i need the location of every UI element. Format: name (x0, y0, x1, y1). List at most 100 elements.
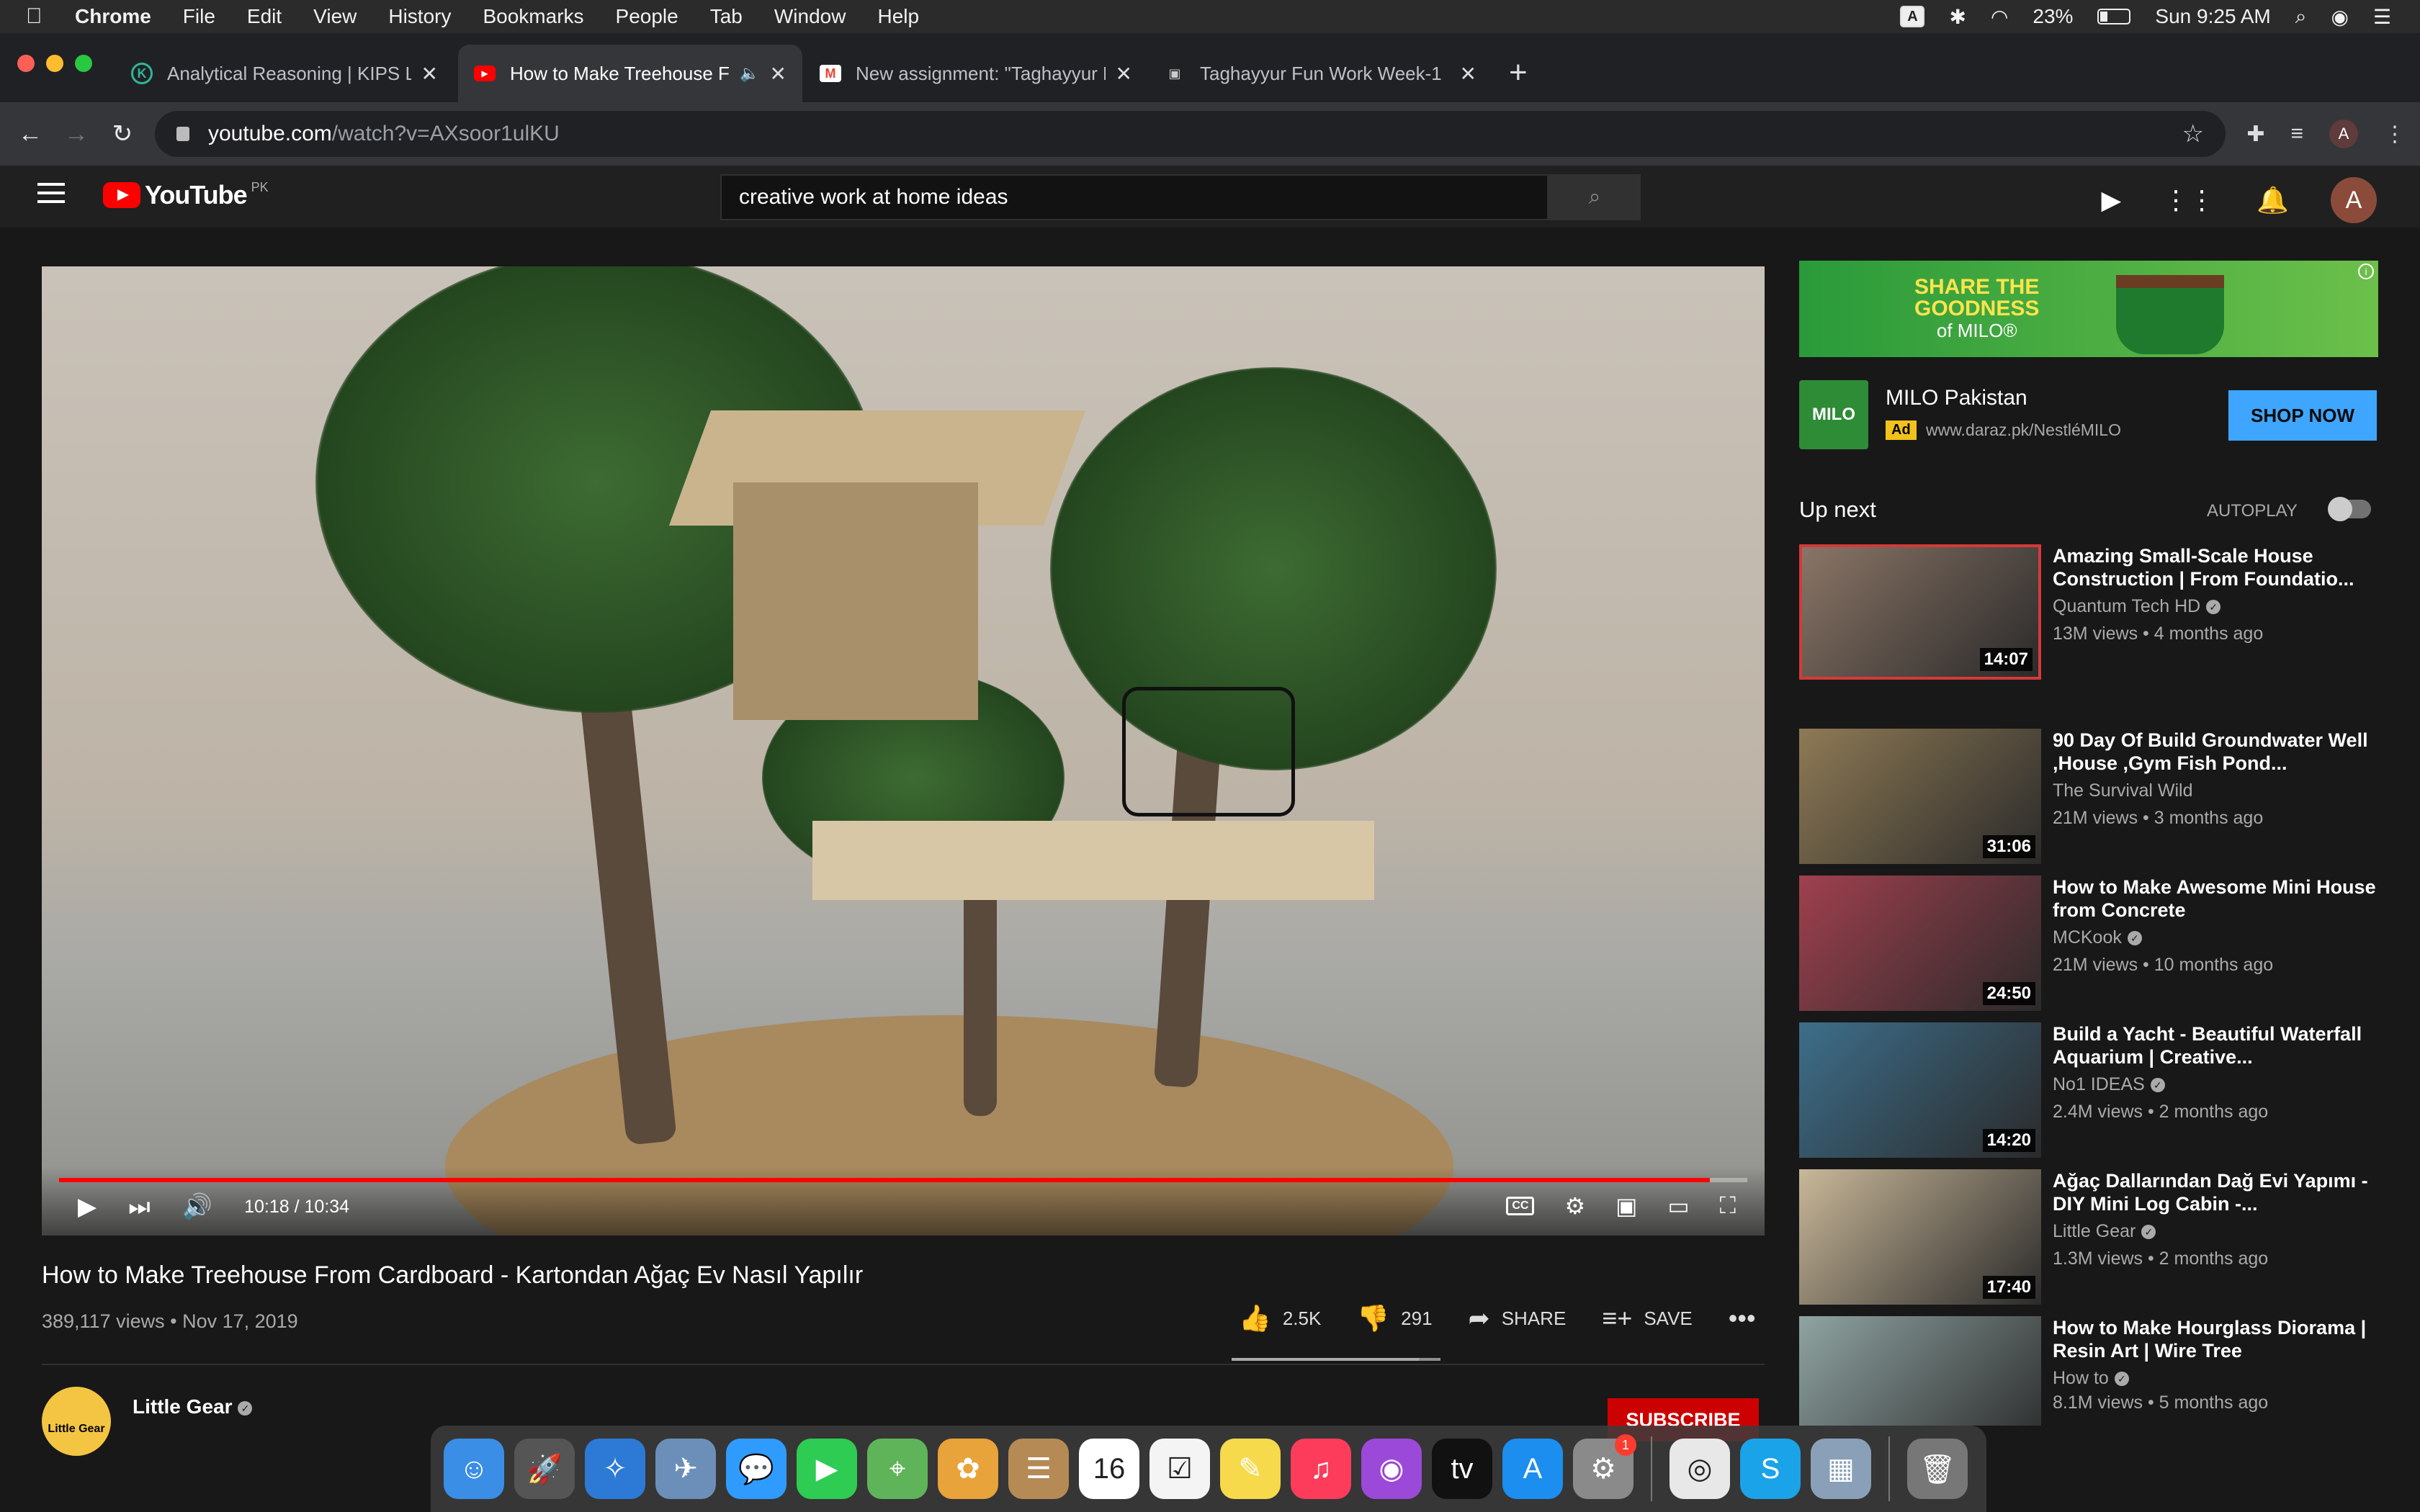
ad-info-icon[interactable]: i (2358, 264, 2374, 279)
skype-icon[interactable]: S (1740, 1439, 1801, 1499)
close-window-button[interactable] (17, 55, 35, 72)
channel-avatar[interactable]: Little Gear (42, 1387, 111, 1456)
video-title[interactable]: 90 Day Of Build Groundwater Well ,House … (2053, 729, 2377, 775)
theater-mode-icon[interactable]: ▭ (1667, 1192, 1689, 1220)
battery-icon[interactable] (2097, 9, 2131, 24)
calendar-icon[interactable]: 16 (1079, 1439, 1139, 1499)
photos-icon[interactable]: ✿ (938, 1439, 998, 1499)
wifi-icon[interactable]: ◠ (1991, 5, 2008, 29)
video-title[interactable]: Build a Yacht - Beautiful Waterfall Aqua… (2053, 1022, 2377, 1068)
media-controls-icon[interactable]: ≡ (2290, 122, 2303, 146)
forward-arrow-icon[interactable]: → (53, 120, 99, 148)
contacts-icon[interactable]: ☰ (1008, 1439, 1069, 1499)
music-icon[interactable]: ♫ (1291, 1439, 1351, 1499)
tab-youtube-treehouse[interactable]: ▶ How to Make Treehouse Fr 🔈 ✕ (458, 45, 802, 102)
system-preferences-icon[interactable]: ⚙ 1 (1573, 1434, 1636, 1499)
new-tab-button[interactable]: + (1509, 55, 1528, 91)
apps-grid-icon[interactable]: ⋮⋮ (2163, 185, 2215, 215)
more-actions-button[interactable]: ••• (1729, 1303, 1767, 1333)
progress-bar[interactable] (59, 1178, 1747, 1182)
lock-icon[interactable] (176, 127, 189, 141)
play-icon[interactable]: ▶ (78, 1192, 97, 1221)
chrome-profile-avatar[interactable]: A (2329, 120, 2358, 148)
menu-people[interactable]: People (616, 5, 678, 28)
fullscreen-icon[interactable]: ⛶ (1720, 1192, 1736, 1220)
bluetooth-icon[interactable]: ✱ (1949, 5, 1966, 29)
video-player[interactable]: ▶ ⏭ 🔊 10:18 / 10:34 CC ⚙ ▣ ▭ ⛶ (42, 266, 1765, 1236)
menu-history[interactable]: History (388, 5, 451, 28)
video-thumbnail[interactable]: 31:06 (1799, 729, 2041, 864)
menu-edit[interactable]: Edit (247, 5, 282, 28)
menu-view[interactable]: View (313, 5, 357, 28)
finder-icon[interactable]: ☺ (444, 1439, 504, 1499)
dislike-button[interactable]: 👎 291 (1357, 1303, 1432, 1333)
menu-bookmarks[interactable]: Bookmarks (483, 5, 583, 28)
clock[interactable]: Sun 9:25 AM (2155, 5, 2270, 28)
launchpad-icon[interactable]: 🚀 (514, 1439, 575, 1499)
miniplayer-icon[interactable]: ▣ (1615, 1192, 1637, 1220)
video-title[interactable]: Amazing Small-Scale House Construction |… (2053, 544, 2377, 590)
video-title[interactable]: How to Make Hourglass Diorama | Resin Ar… (2053, 1316, 2377, 1362)
reload-icon[interactable]: ↻ (99, 120, 145, 148)
tab-gmail-assignment[interactable]: M New assignment: "Taghayyur F ✕ (804, 45, 1148, 102)
podcasts-icon[interactable]: ◉ (1361, 1439, 1422, 1499)
tab-audio-icon[interactable]: 🔈 (740, 64, 759, 83)
advertiser-name[interactable]: MILO Pakistan (1886, 386, 2027, 410)
search-input[interactable]: creative work at home ideas (720, 174, 1549, 220)
shop-now-button[interactable]: SHOP NOW (2228, 390, 2377, 441)
share-button[interactable]: ➦ SHARE (1469, 1303, 1567, 1333)
tab-taghayyur-fun-work[interactable]: ▣ Taghayyur Fun Work Week-1 ✕ (1148, 45, 1492, 102)
minimize-window-button[interactable] (46, 55, 63, 72)
notes-icon[interactable]: ✎ (1220, 1439, 1281, 1499)
menu-help[interactable]: Help (877, 5, 919, 28)
related-video[interactable]: 31:06 90 Day Of Build Groundwater Well ,… (1799, 729, 2397, 865)
like-button[interactable]: 👍 2.5K (1239, 1303, 1321, 1333)
autoplay-toggle[interactable] (2328, 497, 2371, 521)
video-thumbnail[interactable] (1799, 1316, 2041, 1426)
preview-icon[interactable]: ✈ (655, 1439, 716, 1499)
save-button[interactable]: ≡+ SAVE (1602, 1303, 1692, 1333)
safari-icon[interactable]: ✧ (585, 1439, 645, 1499)
create-video-icon[interactable]: ▶ (2101, 185, 2121, 215)
close-tab-icon[interactable]: ✕ (1116, 62, 1132, 86)
related-video[interactable]: 14:20 Build a Yacht - Beautiful Waterfal… (1799, 1022, 2397, 1159)
video-thumbnail[interactable]: 14:20 (1799, 1022, 2041, 1158)
menu-app-chrome[interactable]: Chrome (75, 5, 151, 28)
related-video[interactable]: 17:40 Ağaç Dallarından Dağ Evi Yapımı - … (1799, 1169, 2397, 1306)
spotlight-search-icon[interactable]: ⌕ (2295, 5, 2307, 29)
input-source-indicator[interactable]: A (1900, 6, 1925, 27)
bookmark-star-icon[interactable]: ☆ (2182, 120, 2204, 148)
menu-tab[interactable]: Tab (710, 5, 743, 28)
related-video[interactable]: How to Make Hourglass Diorama | Resin Ar… (1799, 1316, 2397, 1426)
apple-menu-icon[interactable]:  (26, 4, 60, 29)
back-arrow-icon[interactable]: ← (7, 120, 53, 148)
image-capture-icon[interactable]: ▦ (1811, 1439, 1871, 1499)
video-thumbnail[interactable]: 24:50 (1799, 876, 2041, 1011)
account-avatar[interactable]: A (2331, 177, 2377, 223)
search-button[interactable]: ⌕ (1549, 174, 1641, 220)
close-tab-icon[interactable]: ✕ (770, 62, 786, 86)
captions-icon[interactable]: CC (1506, 1197, 1535, 1215)
channel-name[interactable]: Little Gear ✓ (133, 1395, 253, 1418)
messages-icon[interactable]: 💬 (726, 1439, 786, 1499)
notifications-bell-icon[interactable]: 🔔 (2257, 185, 2289, 215)
chrome-icon[interactable]: ◎ (1670, 1439, 1730, 1499)
volume-icon[interactable]: 🔊 (182, 1192, 212, 1221)
menu-window[interactable]: Window (774, 5, 846, 28)
chrome-menu-icon[interactable]: ⋮ (2384, 122, 2406, 147)
next-icon[interactable]: ⏭ (128, 1193, 151, 1221)
tv-icon[interactable]: tv (1432, 1439, 1492, 1499)
maps-icon[interactable]: ⌖ (867, 1439, 928, 1499)
video-thumbnail[interactable]: 14:07 (1799, 544, 2041, 680)
notification-center-icon[interactable]: ☰ (2373, 5, 2391, 29)
up-next-video[interactable]: 14:07 Amazing Small-Scale House Construc… (1799, 544, 2397, 681)
menu-file[interactable]: File (183, 5, 215, 28)
extensions-puzzle-icon[interactable]: ✚ (2246, 122, 2264, 147)
advertiser-logo[interactable]: MILO (1799, 380, 1868, 449)
related-video[interactable]: 24:50 How to Make Awesome Mini House fro… (1799, 876, 2397, 1012)
app-store-icon[interactable]: A (1502, 1439, 1563, 1499)
address-bar[interactable]: youtube.com/watch?v=AXsoor1ulKU ☆ (155, 111, 2226, 157)
reminders-icon[interactable]: ☑ (1150, 1439, 1210, 1499)
close-tab-icon[interactable]: ✕ (1460, 62, 1476, 86)
user-switch-icon[interactable]: ◉ (2331, 5, 2348, 29)
